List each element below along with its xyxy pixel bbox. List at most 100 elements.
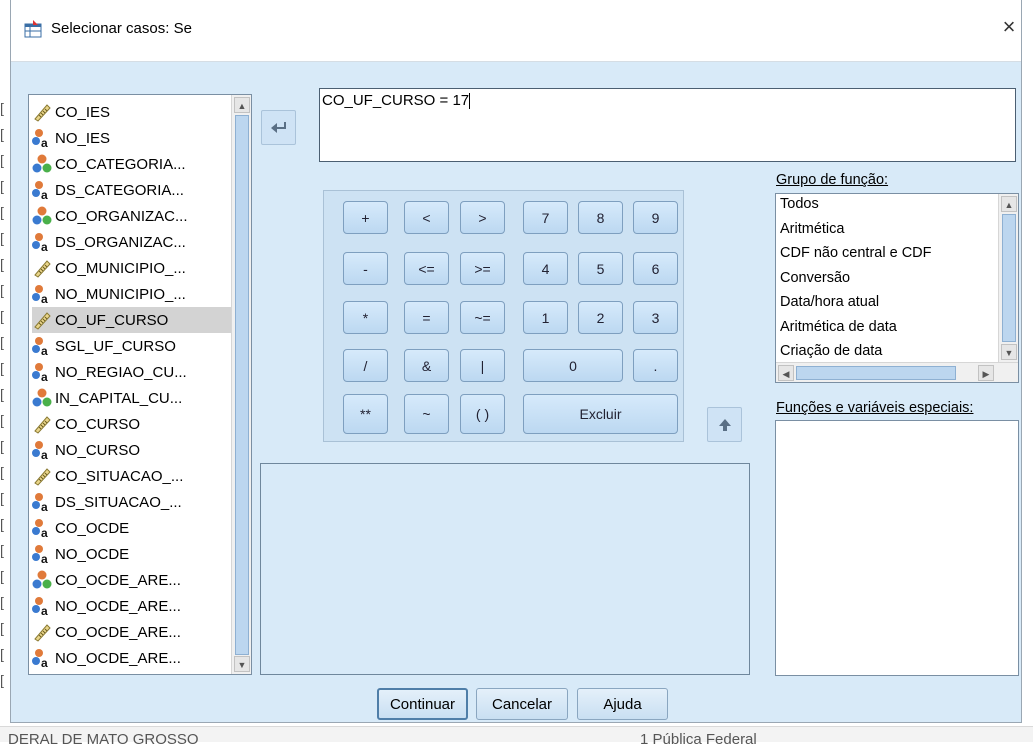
- key-9[interactable]: 9: [633, 201, 678, 234]
- function-group-item[interactable]: Aritmética: [780, 221, 844, 237]
- calculator-keypad: + < > 7 8 9 - <= >= 4 5 6 * = ~= 1 2 3 /…: [323, 190, 684, 442]
- key-decimal-point[interactable]: .: [633, 349, 678, 382]
- key-minus[interactable]: -: [343, 252, 388, 285]
- key-and[interactable]: &: [404, 349, 449, 382]
- continue-button[interactable]: Continuar: [377, 688, 468, 720]
- key-not-equal[interactable]: ~=: [460, 301, 505, 334]
- key-less-or-equal[interactable]: <=: [404, 252, 449, 285]
- variable-item[interactable]: CO_ORGANIZAC...: [32, 203, 232, 229]
- svg-text:a: a: [41, 292, 48, 304]
- function-group-item[interactable]: Conversão: [780, 270, 850, 286]
- scroll-thumb[interactable]: [1002, 214, 1016, 342]
- key-greater-or-equal[interactable]: >=: [460, 252, 505, 285]
- key-6[interactable]: 6: [633, 252, 678, 285]
- key-4[interactable]: 4: [523, 252, 568, 285]
- variable-item[interactable]: a NO_OCDE: [32, 541, 232, 567]
- key-1[interactable]: 1: [523, 301, 568, 334]
- variable-name: CO_OCDE_ARE...: [55, 571, 181, 589]
- special-functions-list[interactable]: [775, 420, 1019, 676]
- variable-list-scrollbar[interactable]: ▲ ▼: [231, 95, 251, 674]
- help-button[interactable]: Ajuda: [577, 688, 668, 720]
- variable-item[interactable]: a SGL_UF_CURSO: [32, 333, 232, 359]
- scroll-right-arrow-icon[interactable]: ▶: [978, 365, 994, 381]
- variable-item[interactable]: a DS_ORGANIZAC...: [32, 229, 232, 255]
- variable-item[interactable]: a NO_MUNICIPIO_...: [32, 281, 232, 307]
- function-group-list[interactable]: Todos Aritmética CDF não central e CDF Conv…: [775, 193, 1019, 383]
- variable-item[interactable]: a NO_OCDE_ARE...: [32, 593, 232, 619]
- key-not[interactable]: ~: [404, 394, 449, 434]
- variable-item[interactable]: CO_UF_CURSO: [32, 307, 232, 333]
- scale-icon: [34, 260, 51, 278]
- key-less-than[interactable]: <: [404, 201, 449, 234]
- key-equals[interactable]: =: [404, 301, 449, 334]
- function-group-vscrollbar[interactable]: ▲ ▼: [998, 194, 1018, 362]
- key-7[interactable]: 7: [523, 201, 568, 234]
- variable-name: CO_CATEGORIA...: [55, 155, 186, 173]
- variable-item[interactable]: a DS_SITUACAO_...: [32, 489, 232, 515]
- key-parentheses[interactable]: ( ): [460, 394, 505, 434]
- nominal-string-icon: a: [32, 493, 48, 512]
- variable-item[interactable]: CO_OCDE_ARE...: [32, 567, 232, 593]
- key-multiply[interactable]: *: [343, 301, 388, 334]
- key-5[interactable]: 5: [578, 252, 623, 285]
- expression-text: CO_UF_CURSO = 17: [322, 92, 470, 109]
- variable-item[interactable]: CO_IES: [32, 99, 232, 125]
- close-button[interactable]: ×: [996, 14, 1022, 40]
- function-group-item[interactable]: Todos: [780, 196, 819, 212]
- nominal-string-icon: a: [32, 337, 48, 356]
- delete-button[interactable]: Excluir: [523, 394, 678, 434]
- variable-item[interactable]: CO_MUNICIPIO_...: [32, 255, 232, 281]
- key-plus[interactable]: +: [343, 201, 388, 234]
- function-group-hscrollbar[interactable]: ◀ ▶: [776, 362, 1018, 382]
- variable-item[interactable]: a NO_IES: [32, 125, 232, 151]
- key-3[interactable]: 3: [633, 301, 678, 334]
- nominal-string-icon: a: [32, 233, 48, 252]
- move-to-expression-button[interactable]: [261, 110, 296, 145]
- background-data-row: DERAL DE MATO GROSSO 1 Pública Federal: [0, 726, 1033, 748]
- variable-list[interactable]: CO_IES a NO_IES CO_CATEGORIA... a DS_CATEGORI…: [28, 94, 252, 675]
- nominal-string-icon: a: [32, 285, 48, 304]
- key-2[interactable]: 2: [578, 301, 623, 334]
- select-cases-dialog: Selecionar casos: Se × CO_IES a NO_IES CO_C…: [10, 0, 1022, 723]
- function-group-item[interactable]: Criação de data: [780, 343, 882, 359]
- variable-item[interactable]: a NO_REGIAO_CU...: [32, 359, 232, 385]
- function-group-item[interactable]: CDF não central e CDF: [780, 245, 932, 261]
- scroll-down-arrow-icon[interactable]: ▼: [234, 656, 250, 672]
- variable-item[interactable]: a CO_OCDE: [32, 515, 232, 541]
- variable-item[interactable]: CO_OCDE_ARE...: [32, 671, 232, 675]
- expression-input[interactable]: CO_UF_CURSO = 17: [319, 88, 1016, 162]
- variable-item[interactable]: CO_SITUACAO_...: [32, 463, 232, 489]
- scroll-up-arrow-icon[interactable]: ▲: [234, 97, 250, 113]
- scroll-up-arrow-icon[interactable]: ▲: [1001, 196, 1017, 212]
- key-divide[interactable]: /: [343, 349, 388, 382]
- scale-icon: [32, 674, 52, 675]
- variable-name: CO_UF_CURSO: [55, 311, 169, 329]
- scroll-thumb[interactable]: [796, 366, 956, 380]
- cancel-button[interactable]: Cancelar: [476, 688, 568, 720]
- variable-item[interactable]: a NO_CURSO: [32, 437, 232, 463]
- variable-name: NO_REGIAO_CU...: [55, 363, 187, 381]
- function-group-item[interactable]: Data/hora atual: [780, 294, 879, 310]
- function-group-label: Grupo de função:: [776, 172, 889, 188]
- variable-item[interactable]: IN_CAPITAL_CU...: [32, 385, 232, 411]
- key-or[interactable]: |: [460, 349, 505, 382]
- scroll-thumb[interactable]: [235, 115, 249, 655]
- variable-item[interactable]: CO_CURSO: [32, 411, 232, 437]
- key-8[interactable]: 8: [578, 201, 623, 234]
- scroll-down-arrow-icon[interactable]: ▼: [1001, 344, 1017, 360]
- svg-text:a: a: [41, 370, 48, 382]
- variable-item[interactable]: CO_CATEGORIA...: [32, 151, 232, 177]
- key-0[interactable]: 0: [523, 349, 623, 382]
- svg-text:a: a: [41, 188, 48, 200]
- function-group-item[interactable]: Aritmética de data: [780, 319, 897, 335]
- variable-item[interactable]: a DS_CATEGORIA...: [32, 177, 232, 203]
- insert-function-button[interactable]: [707, 407, 742, 442]
- select-cases-icon: [24, 20, 42, 38]
- nominal-icon: [32, 570, 52, 589]
- variable-name: NO_OCDE: [55, 545, 130, 563]
- variable-item[interactable]: a NO_OCDE_ARE...: [32, 645, 232, 671]
- variable-item[interactable]: CO_OCDE_ARE...: [32, 619, 232, 645]
- key-power[interactable]: **: [343, 394, 388, 434]
- scroll-left-arrow-icon[interactable]: ◀: [778, 365, 794, 381]
- key-greater-than[interactable]: >: [460, 201, 505, 234]
